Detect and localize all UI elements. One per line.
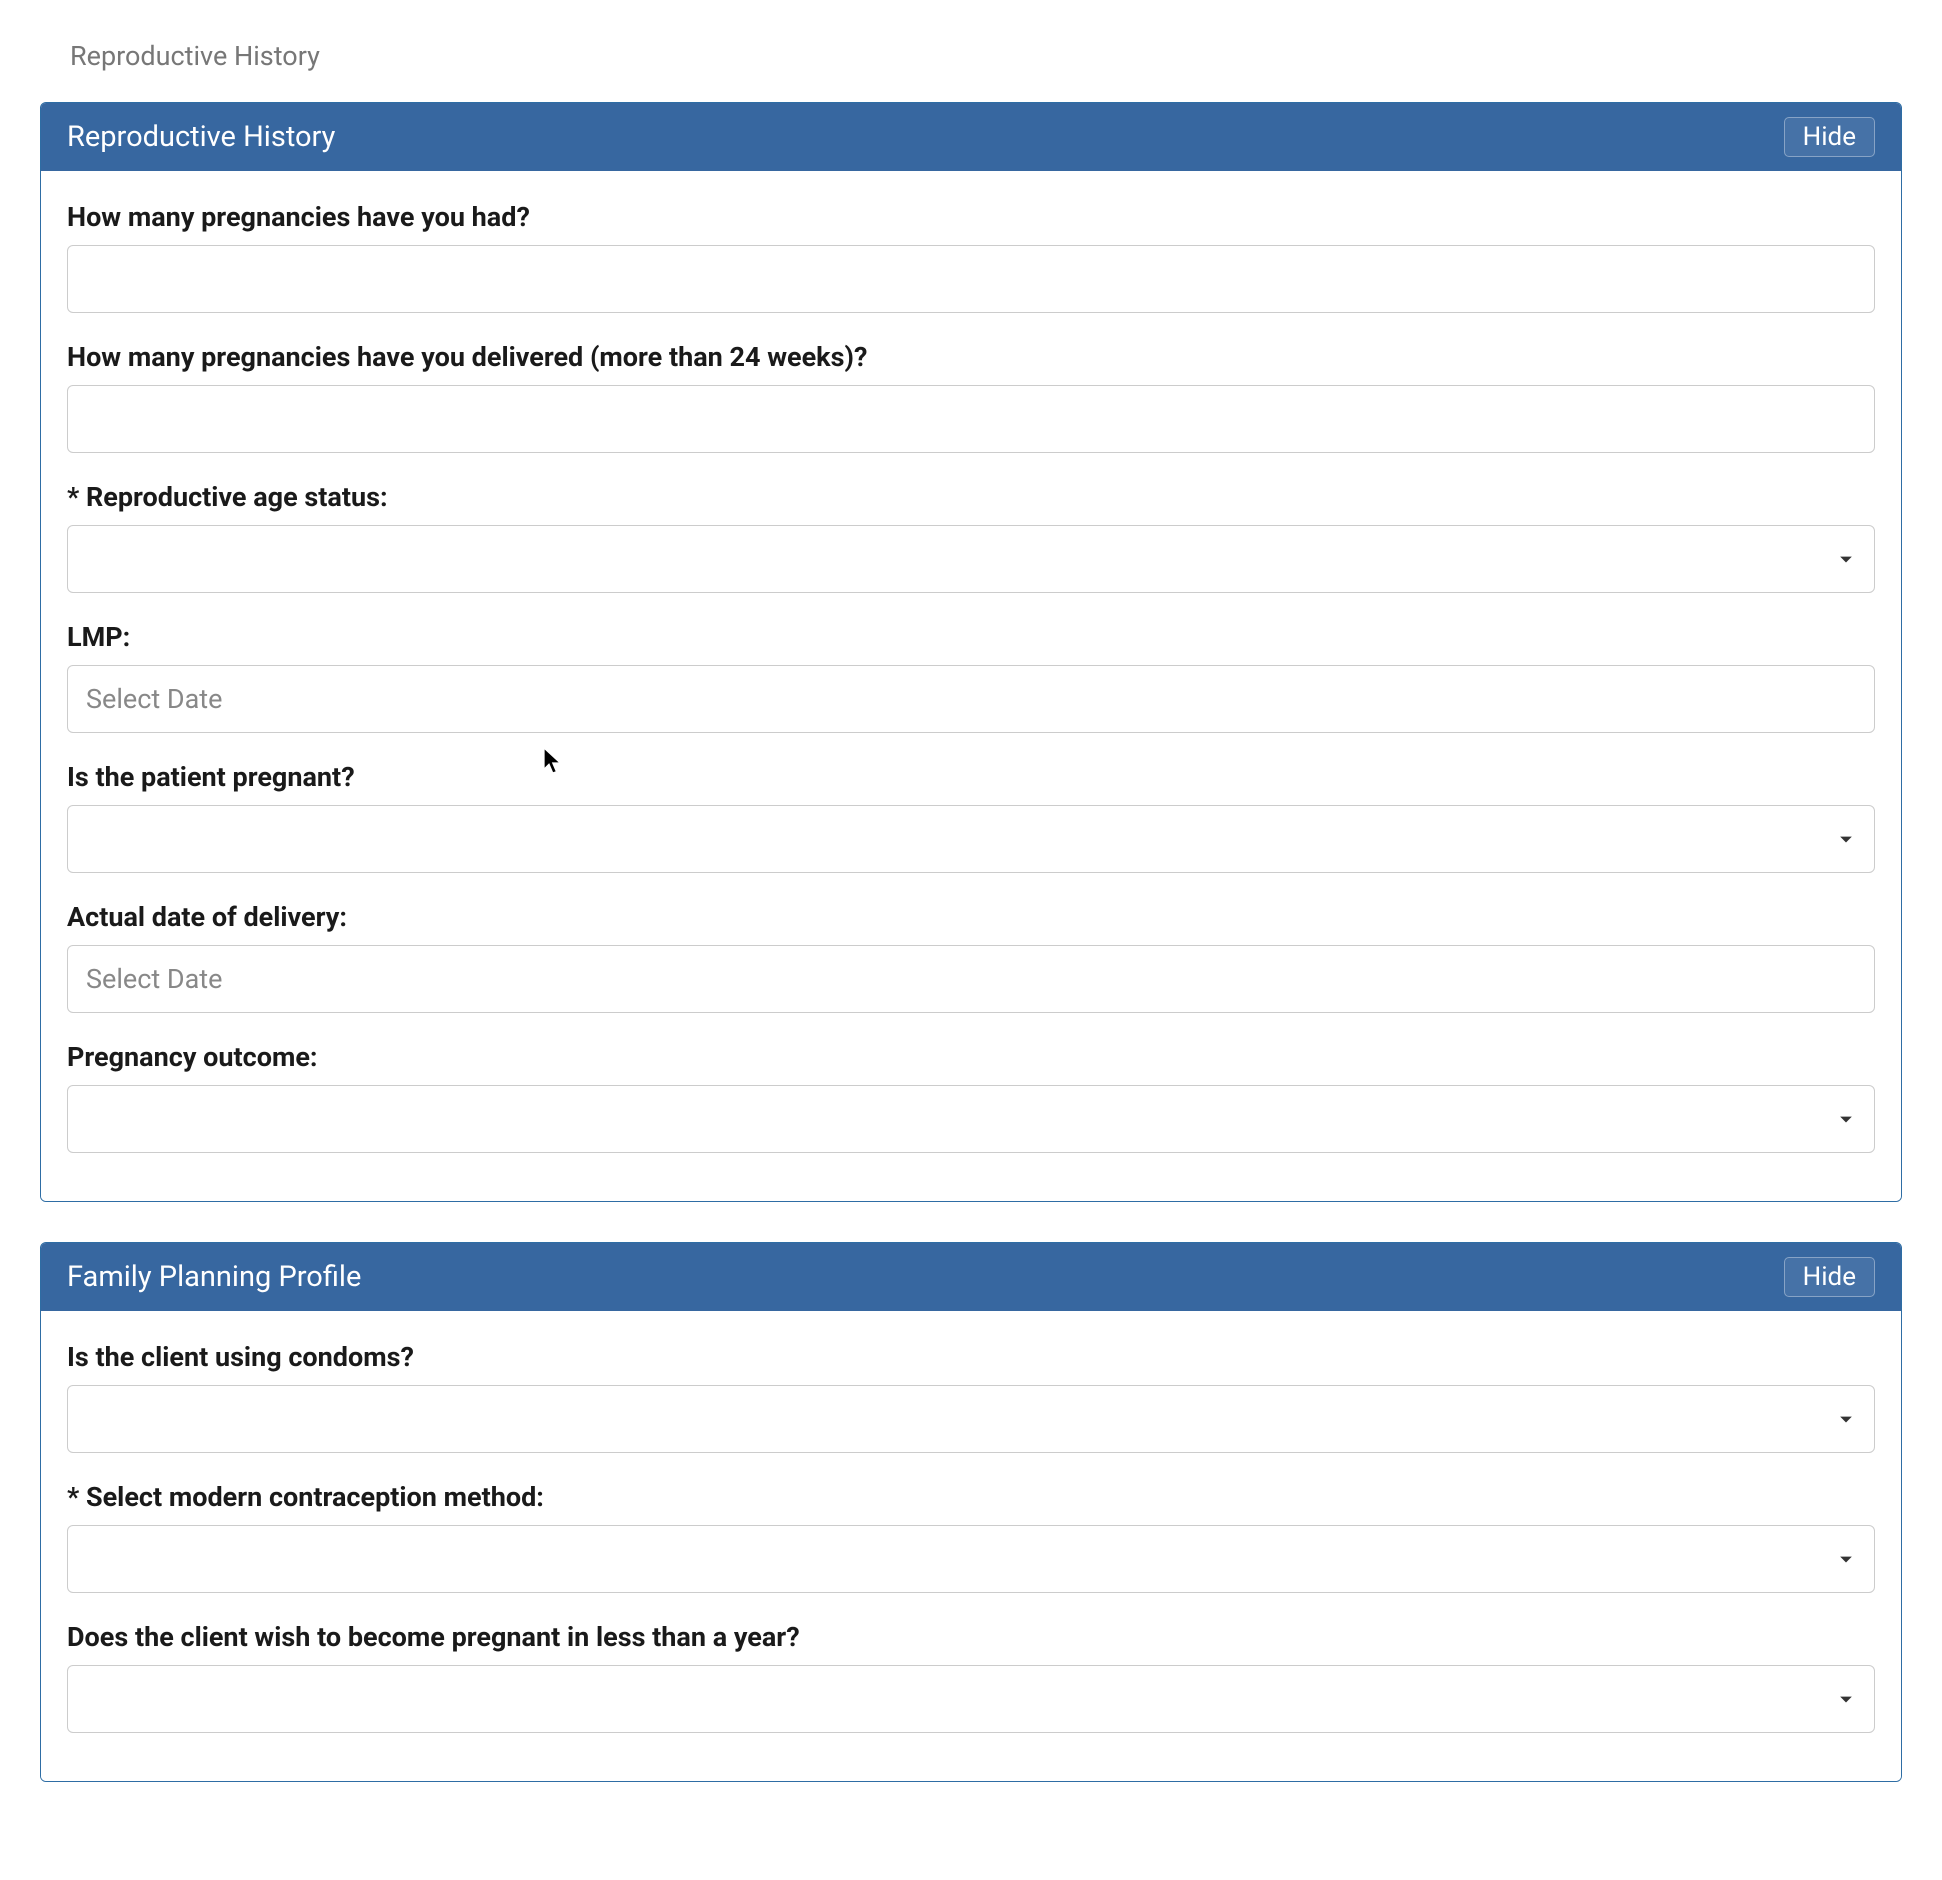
reproductive-age-status-select[interactable] bbox=[67, 525, 1875, 593]
family-planning-panel-title: Family Planning Profile bbox=[67, 1260, 361, 1294]
pregnancies-delivered-label: How many pregnancies have you delivered … bbox=[67, 341, 1875, 373]
contraception-method-label: * Select modern contraception method: bbox=[67, 1481, 1875, 1513]
family-planning-panel-header: Family Planning Profile Hide bbox=[41, 1243, 1901, 1311]
is-pregnant-select[interactable] bbox=[67, 805, 1875, 873]
reproductive-panel-title: Reproductive History bbox=[67, 120, 335, 154]
lmp-input[interactable] bbox=[67, 665, 1875, 733]
form-group-pregnancy-outcome: Pregnancy outcome: bbox=[67, 1041, 1875, 1153]
family-planning-panel-body: Is the client using condoms? * Select mo… bbox=[41, 1311, 1901, 1781]
family-planning-panel: Family Planning Profile Hide Is the clie… bbox=[40, 1242, 1902, 1782]
pregnancies-had-input[interactable] bbox=[67, 245, 1875, 313]
form-group-reproductive-age-status: * Reproductive age status: bbox=[67, 481, 1875, 593]
actual-delivery-date-label: Actual date of delivery: bbox=[67, 901, 1875, 933]
form-group-is-pregnant: Is the patient pregnant? bbox=[67, 761, 1875, 873]
form-group-pregnancies-had: How many pregnancies have you had? bbox=[67, 201, 1875, 313]
form-group-contraception-method: * Select modern contraception method: bbox=[67, 1481, 1875, 1593]
actual-delivery-date-input[interactable] bbox=[67, 945, 1875, 1013]
using-condoms-label: Is the client using condoms? bbox=[67, 1341, 1875, 1373]
contraception-method-select[interactable] bbox=[67, 1525, 1875, 1593]
form-group-pregnancies-delivered: How many pregnancies have you delivered … bbox=[67, 341, 1875, 453]
reproductive-hide-button[interactable]: Hide bbox=[1784, 117, 1875, 157]
form-group-actual-delivery-date: Actual date of delivery: bbox=[67, 901, 1875, 1013]
reproductive-history-panel: Reproductive History Hide How many pregn… bbox=[40, 102, 1902, 1202]
reproductive-panel-body: How many pregnancies have you had? How m… bbox=[41, 171, 1901, 1201]
form-group-using-condoms: Is the client using condoms? bbox=[67, 1341, 1875, 1453]
pregnancies-had-label: How many pregnancies have you had? bbox=[67, 201, 1875, 233]
using-condoms-select[interactable] bbox=[67, 1385, 1875, 1453]
form-group-wish-pregnant: Does the client wish to become pregnant … bbox=[67, 1621, 1875, 1733]
reproductive-panel-header: Reproductive History Hide bbox=[41, 103, 1901, 171]
pregnancies-delivered-input[interactable] bbox=[67, 385, 1875, 453]
form-group-lmp: LMP: bbox=[67, 621, 1875, 733]
family-planning-hide-button[interactable]: Hide bbox=[1784, 1257, 1875, 1297]
wish-pregnant-label: Does the client wish to become pregnant … bbox=[67, 1621, 1875, 1653]
breadcrumb: Reproductive History bbox=[70, 40, 1902, 72]
lmp-label: LMP: bbox=[67, 621, 1875, 653]
pregnancy-outcome-select[interactable] bbox=[67, 1085, 1875, 1153]
wish-pregnant-select[interactable] bbox=[67, 1665, 1875, 1733]
is-pregnant-label: Is the patient pregnant? bbox=[67, 761, 1875, 793]
pregnancy-outcome-label: Pregnancy outcome: bbox=[67, 1041, 1875, 1073]
reproductive-age-status-label: * Reproductive age status: bbox=[67, 481, 1875, 513]
